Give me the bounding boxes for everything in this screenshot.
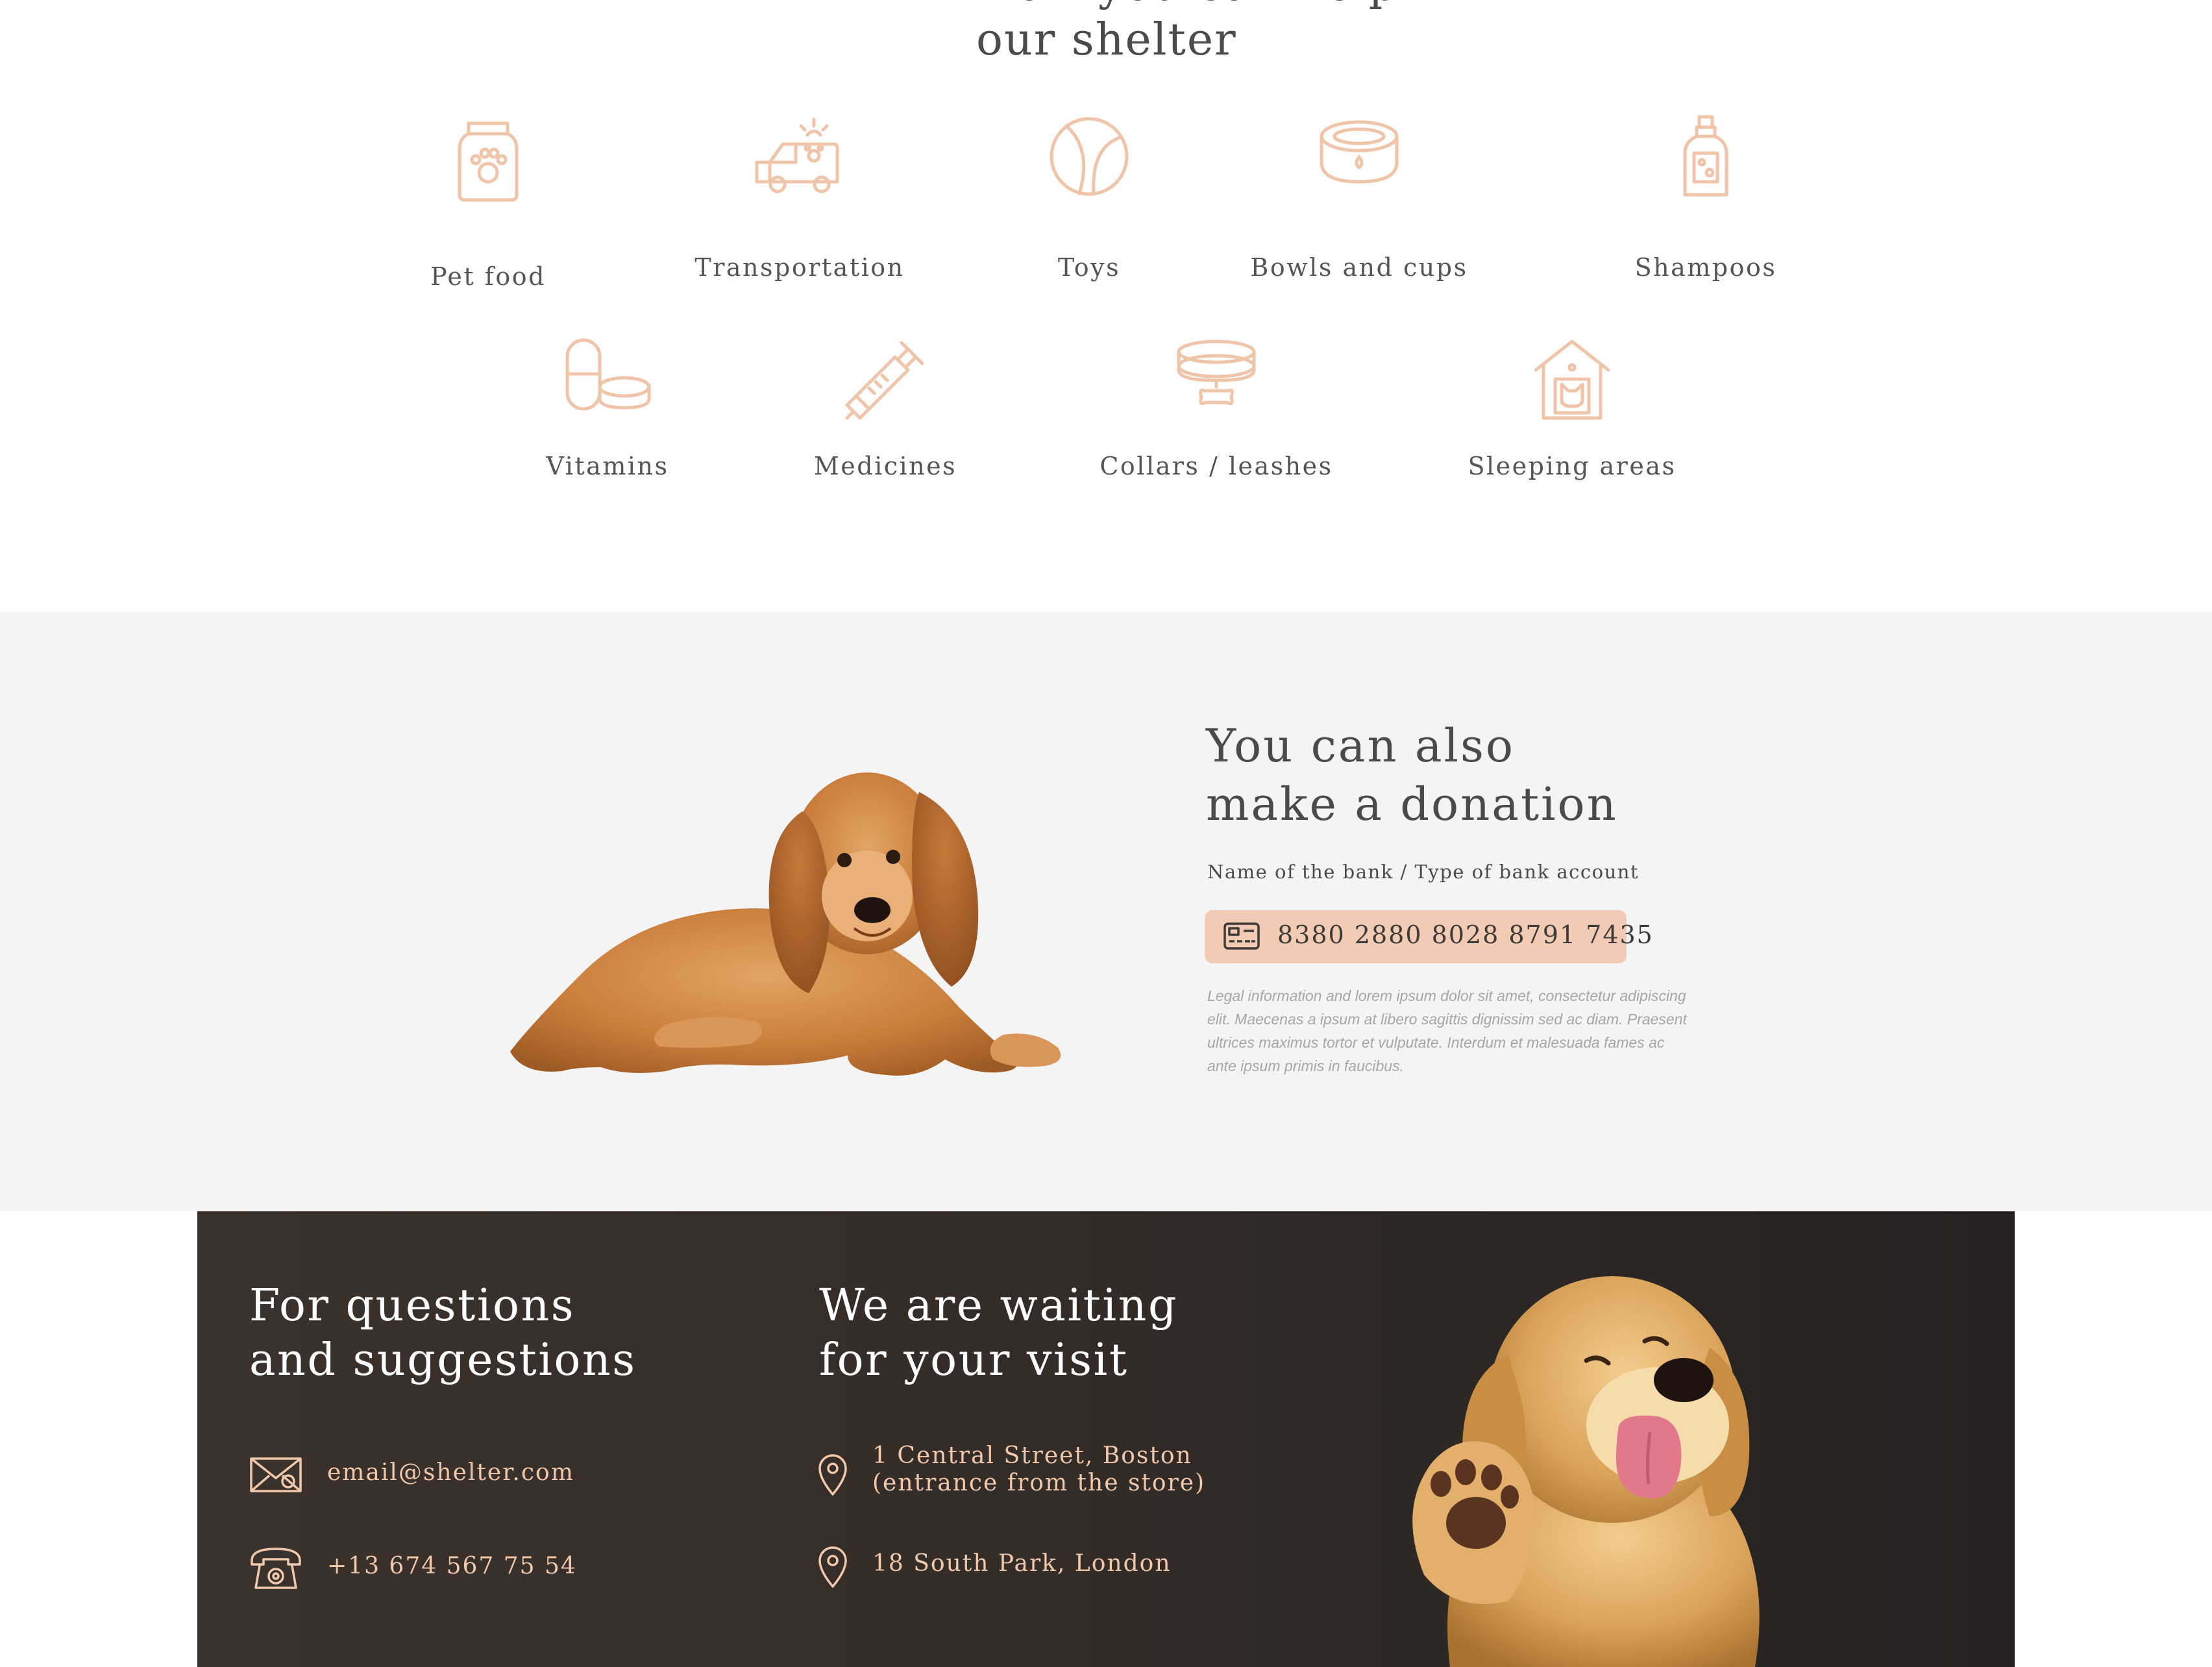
telephone-icon [251, 1548, 301, 1589]
golden-puppy-image [1412, 1276, 1760, 1667]
questions-title-line-1: For questions [249, 1280, 576, 1331]
help-item-sleeping: Sleeping areas [1436, 338, 1708, 552]
envelope-icon [250, 1457, 302, 1492]
help-item-label: Bowls and cups [1250, 253, 1468, 282]
questions-title: For questions and suggestions [249, 1279, 637, 1388]
credit-card-icon [1223, 922, 1260, 950]
visit-title: We are waiting for your visit [819, 1279, 1178, 1388]
help-item-label: Toys [1057, 253, 1121, 282]
ball-icon [1050, 117, 1129, 196]
account-number: 8380 2880 8028 8791 7435 [1277, 920, 1654, 949]
address-line-2: (entrance from the store) [872, 1470, 1206, 1496]
contact-band: For questions and suggestions email@shel… [197, 1211, 2015, 1667]
help-item-toys: Toys [953, 114, 1225, 328]
help-item-collars: Collars / leashes [1080, 338, 1353, 552]
donation-title-line-1: You can also [1206, 719, 1516, 772]
visit-title-line-2: for your visit [819, 1335, 1129, 1386]
location-pin-icon [818, 1454, 847, 1496]
email-link[interactable]: email@shelter.com [327, 1459, 574, 1487]
help-item-vitamins: Vitamins [471, 338, 744, 552]
help-item-shampoos: Shampoos [1569, 114, 1842, 328]
visit-title-line-1: We are waiting [819, 1280, 1179, 1331]
pet-food-bag-icon [458, 121, 519, 202]
address-2: 18 South Park, London [872, 1550, 1172, 1577]
donation-title-line-2: make a donation [1206, 778, 1618, 831]
pet-house-icon [1534, 340, 1610, 420]
shampoo-bottle-icon [1683, 115, 1728, 197]
help-item-label: Shampoos [1634, 253, 1777, 282]
bank-account-label: Name of the bank / Type of bank account [1207, 861, 1640, 883]
bowl-icon [1320, 120, 1399, 184]
spaniel-puppy-image [510, 772, 1061, 1076]
help-item-pet-food: Pet food [352, 114, 624, 328]
collar-icon [1177, 340, 1256, 406]
help-item-label: Collars / leashes [1100, 452, 1333, 480]
location-pin-icon [818, 1546, 847, 1588]
help-item-medicines: Medicines [749, 338, 1022, 552]
help-item-label: Sleeping areas [1468, 452, 1677, 480]
help-section-title: How you can help our shelter [976, 0, 1397, 68]
donation-title: You can also make a donation [1206, 717, 1618, 834]
pills-icon [565, 338, 651, 411]
pet-van-icon [755, 117, 839, 193]
legal-info-text: Legal information and lorem ipsum dolor … [1207, 987, 1687, 1074]
help-item-label: Transportation [694, 253, 905, 282]
help-item-label: Vitamins [546, 452, 669, 480]
help-title-line-1: How you can help [976, 0, 1397, 13]
syringe-icon [845, 341, 924, 420]
questions-title-line-2: and suggestions [249, 1335, 637, 1386]
help-item-label: Medicines [813, 452, 957, 480]
phone-link[interactable]: +13 674 567 75 54 [327, 1553, 577, 1580]
help-item-label: Pet food [430, 262, 546, 291]
address-line-1: 1 Central Street, Boston [872, 1442, 1192, 1469]
account-number-box[interactable]: 8380 2880 8028 8791 7435 [1205, 910, 1653, 963]
help-title-line-2: our shelter [976, 14, 1237, 66]
help-item-transportation: Transportation [663, 114, 936, 328]
help-item-bowls: Bowls and cups [1223, 114, 1495, 328]
